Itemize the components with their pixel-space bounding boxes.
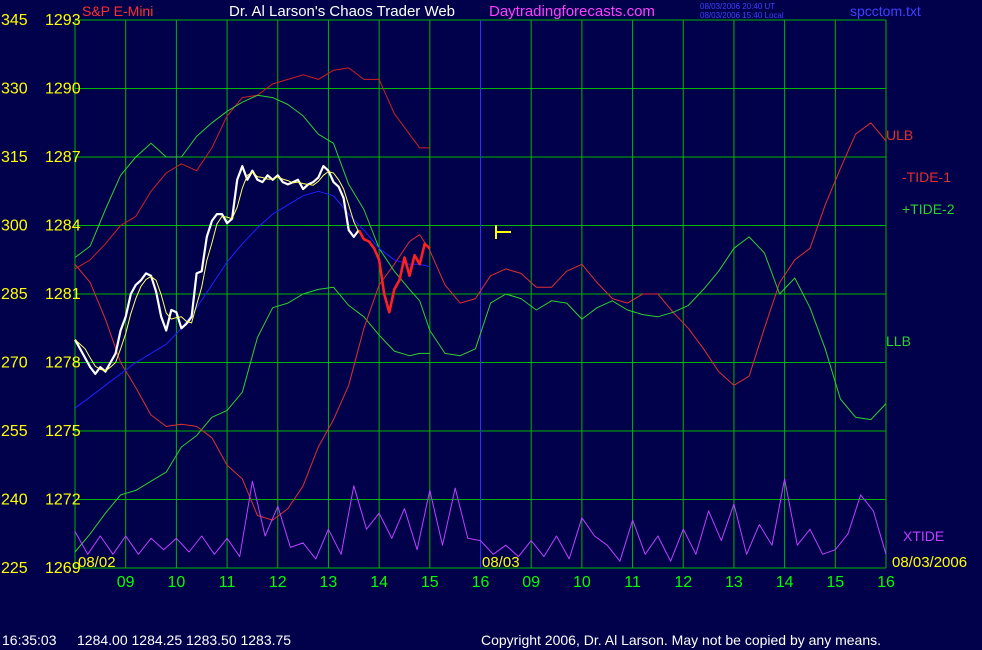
- y-axis-left-label: 240: [1, 492, 28, 509]
- y-axis-price-label: 1290: [45, 81, 81, 98]
- x-axis-hour-label: 13: [725, 574, 743, 591]
- grid: [74, 19, 887, 569]
- legend-ulb: ULB: [886, 127, 913, 143]
- last-price-marker: [495, 225, 511, 239]
- x-axis-hour-label: 16: [877, 574, 895, 591]
- header-site: Daytradingforecasts.com: [489, 3, 655, 20]
- x-axis-hour-label: 16: [472, 574, 490, 591]
- y-axis-price-label: 1287: [45, 149, 81, 166]
- x-axis-hour-label: 14: [370, 574, 388, 591]
- y-axis-left-label: 300: [1, 218, 28, 235]
- x-axis-hour-label: 09: [522, 574, 540, 591]
- x-axis-hour-label: 14: [776, 574, 794, 591]
- status-time: 16:35:03: [2, 632, 57, 648]
- x-axis-hour-label: 15: [826, 574, 844, 591]
- header-timestamp-ut: 08/03/2006 20:40 UT: [700, 2, 775, 11]
- y-axis-left-label: 225: [1, 560, 28, 577]
- legend-xtide: XTIDE: [903, 528, 944, 544]
- x-axis-hour-label: 13: [320, 574, 338, 591]
- x-axis-hour-label: 12: [269, 574, 287, 591]
- header-instrument: S&P E-Mini: [82, 3, 153, 19]
- series-price: [74, 165, 360, 375]
- header-filename: spcctom.txt: [850, 3, 921, 19]
- y-axis-price-label: 1278: [45, 355, 81, 372]
- series-llb: [74, 286, 430, 553]
- date-label-end: 08/03/2006: [892, 554, 967, 571]
- header-timestamp-local: 08/03/2006 15:40 Local: [700, 11, 784, 20]
- x-axis-hour-label: 09: [117, 574, 135, 591]
- header-title: Dr. Al Larson's Chaos Trader Web: [229, 3, 455, 20]
- y-axis-price-label: 1284: [45, 218, 81, 235]
- y-axis-price-label: 1275: [45, 423, 81, 440]
- y-axis-price-label: 1269: [45, 560, 81, 577]
- y-axis-left-label: 255: [1, 423, 28, 440]
- y-axis-price-label: 1281: [45, 286, 81, 303]
- y-axis-left-label: 315: [1, 149, 28, 166]
- x-axis-hour-label: 12: [674, 574, 692, 591]
- y-axis-left-label: 270: [1, 355, 28, 372]
- date-label-start: 08/02: [78, 554, 116, 571]
- legend-llb: LLB: [886, 333, 911, 349]
- y-axis-left-label: 345: [1, 12, 28, 29]
- x-axis-hour-label: 10: [167, 574, 185, 591]
- x-axis-hour-label: 11: [624, 574, 641, 591]
- x-axis-hour-label: 10: [573, 574, 591, 591]
- chart: S&P E-Mini Dr. Al Larson's Chaos Trader …: [1, 2, 967, 591]
- y-axis-price-label: 1272: [45, 492, 81, 509]
- y-axis-left-label: 285: [1, 286, 28, 303]
- x-axis-hour-label: 11: [219, 574, 236, 591]
- legend-tide1: -TIDE-1: [902, 169, 951, 185]
- y-axis-left-label: 330: [1, 81, 28, 98]
- legend-tide2: +TIDE-2: [902, 201, 955, 217]
- date-label-mid: 08/03: [482, 554, 520, 571]
- status-quote: 1284.00 1284.25 1283.50 1283.75: [77, 632, 292, 648]
- copyright-text: Copyright 2006, Dr. Al Larson. May not b…: [481, 632, 882, 648]
- x-axis-hour-label: 15: [421, 574, 439, 591]
- y-axis-price-label: 1293: [45, 12, 81, 29]
